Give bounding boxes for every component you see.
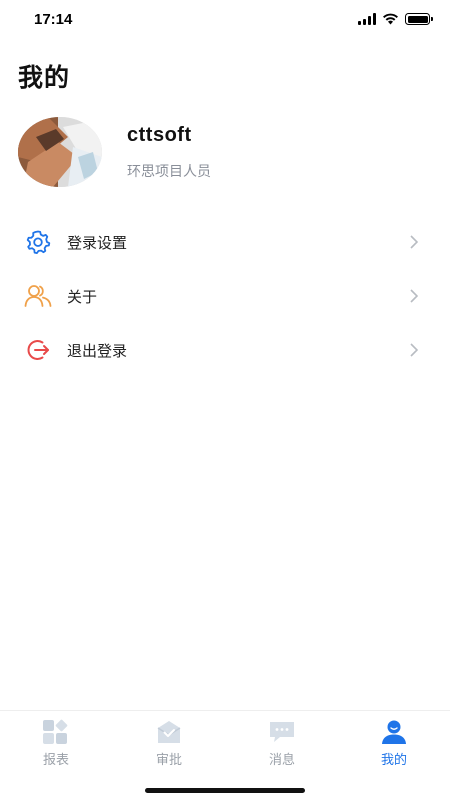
cellular-signal-icon [358,13,376,25]
battery-icon [405,13,433,25]
profile-icon [382,720,406,744]
menu-item-about[interactable]: 关于 [0,269,450,323]
chevron-right-icon [410,289,418,303]
home-indicator [145,788,305,793]
menu-item-label: 登录设置 [67,233,128,252]
status-indicators [358,13,433,25]
chevron-right-icon [410,343,418,357]
message-icon [270,722,294,742]
status-bar: 17:14 [0,0,450,44]
approval-icon [157,721,181,743]
gear-icon [24,228,52,256]
chevron-right-icon [410,235,418,249]
profile-card: cttsoft 环思项目人员 [18,117,211,187]
page-title: 我的 [18,63,71,92]
user-role: 环思项目人员 [127,163,211,180]
tab-profile[interactable]: 我的 [338,719,450,768]
tab-message[interactable]: 消息 [226,719,338,768]
tab-report[interactable]: 报表 [0,719,112,768]
users-icon [24,282,52,310]
menu-item-label: 关于 [67,287,98,306]
tab-approval[interactable]: 审批 [113,719,225,768]
avatar [18,117,102,187]
report-icon [43,719,68,744]
logout-icon [24,336,52,364]
settings-menu: 登录设置 关于 退出登录 [0,215,450,377]
menu-item-label: 退出登录 [67,341,128,360]
username: cttsoft [127,123,192,146]
status-time: 17:14 [34,11,73,28]
tab-label: 消息 [268,753,295,768]
bottom-tab-bar: 报表 审批 消息 我的 [0,710,450,800]
tab-label: 我的 [380,753,407,768]
menu-item-login-settings[interactable]: 登录设置 [0,215,450,269]
wifi-icon [383,13,398,25]
tab-label: 报表 [42,753,69,768]
menu-item-logout[interactable]: 退出登录 [0,323,450,377]
tab-label: 审批 [155,753,182,768]
